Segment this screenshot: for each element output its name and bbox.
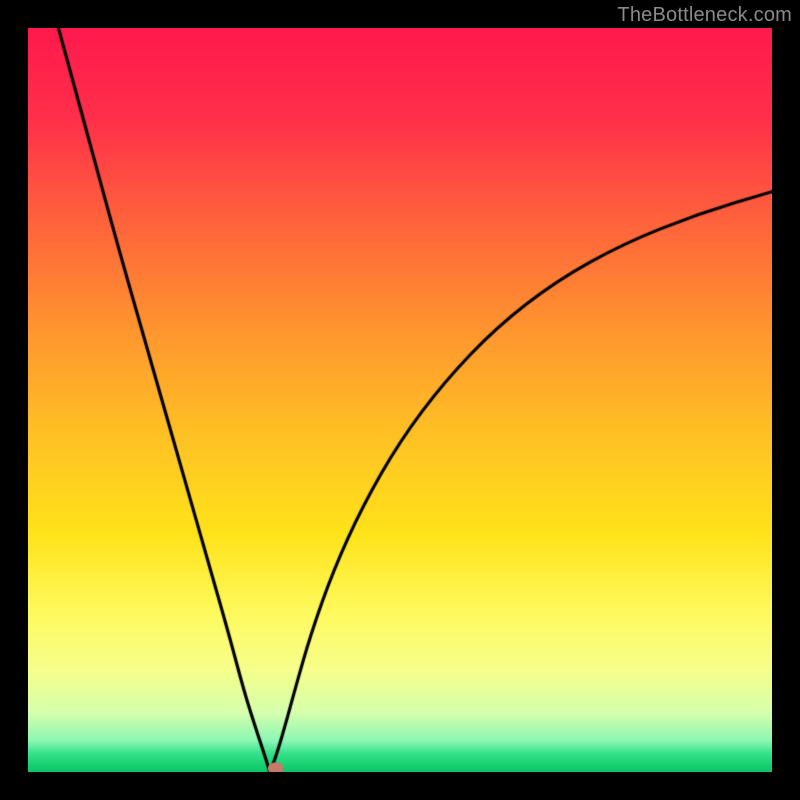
bottleneck-curve: [28, 28, 772, 772]
plot-area: [28, 28, 772, 772]
chart-frame: TheBottleneck.com: [0, 0, 800, 800]
watermark-text: TheBottleneck.com: [617, 4, 792, 27]
